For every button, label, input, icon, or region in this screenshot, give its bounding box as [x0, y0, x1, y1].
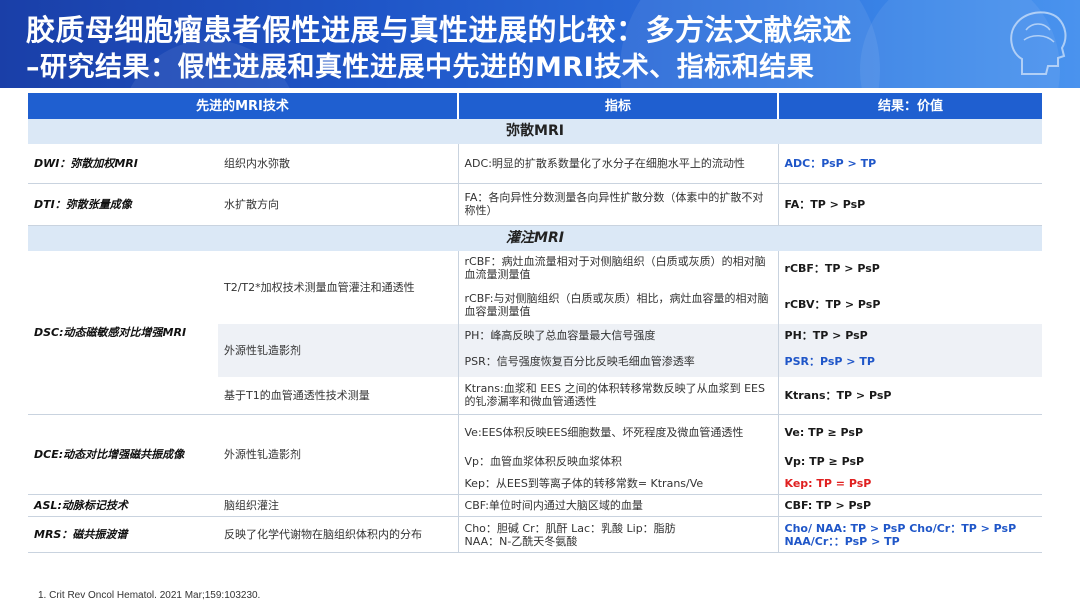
- technique-description: T2/T2*加权技术测量血管灌注和通透性: [224, 280, 415, 294]
- table-row: MRS：磁共振波谱 反映了化学代谢物在脑组织体积内的分布 Cho：胆碱 Cr：肌…: [28, 516, 1043, 553]
- technique-name: MRS：磁共振波谱: [28, 516, 218, 553]
- page-subtitle: –研究结果：假性进展和真性进展中先进的MRI技术、指标和结果: [26, 52, 815, 83]
- result-value: Ktrans：TP > PsP: [777, 376, 1043, 415]
- title-banner: 胶质母细胞瘤患者假性进展与真性进展的比较：多方法文献综述 –研究结果：假性进展和…: [0, 0, 1080, 88]
- result-value: ADC：PsP > TP: [777, 144, 1043, 184]
- indicator-text: ADC:明显的扩散系数量化了水分子在细胞水平上的流动性: [457, 144, 779, 184]
- indicator-text: Vp：血管血浆体积反映血浆体积: [457, 450, 779, 473]
- technique-name: ASL:动脉标记技术: [28, 494, 218, 517]
- result-value: Vp: TP ≥ PsP: [777, 450, 1043, 473]
- result-value: rCBV：TP > PsP: [777, 285, 1043, 324]
- result-value: Cho/ NAA: TP > PsP Cho/Cr：TP > PsP: [784, 521, 1017, 535]
- table-row: DCE:动态对比增强磁共振成像 外源性钆造影剂 Ve:EES体积反映EES细胞数…: [28, 414, 1043, 495]
- table-row: DSC:动态磁敏感对比增强MRI T2/T2*加权技术测量血管灌注和通透性 rC…: [28, 250, 1043, 415]
- section-title-perfusion: 灌注MRI: [28, 225, 1043, 251]
- section-title-diffusion: 弥散MRI: [28, 119, 1043, 144]
- indicator-text: Ktrans:血浆和 EES 之间的体积转移常数反映了从血浆到 EES 的钆渗漏…: [457, 376, 779, 415]
- section-row: 弥散MRI: [28, 119, 1043, 144]
- technique-description: 外源性钆造影剂: [218, 323, 459, 377]
- technique-description: 组织内水弥散: [218, 144, 459, 184]
- indicator-text: rCBF:与对侧脑组织（白质或灰质）相比，病灶血容量的相对脑血容量测量值: [457, 285, 779, 324]
- technique-name: DCE:动态对比增强磁共振成像: [28, 414, 218, 495]
- result-value: NAA/Cr：：PsP > TP: [784, 534, 900, 548]
- footnote: 1. Crit Rev Oncol Hematol. 2021 Mar;159:…: [38, 590, 261, 601]
- technique-description: 外源性钆造影剂: [218, 414, 459, 495]
- technique-description: 反映了化学代谢物在脑组织体积内的分布: [218, 516, 459, 553]
- section-row: 灌注MRI: [28, 225, 1043, 251]
- table-row: ASL:动脉标记技术 脑组织灌注 CBF:单位时间内通过大脑区域的血量 CBF:…: [28, 494, 1043, 517]
- result-value: Kep: TP = PsP: [777, 472, 1043, 495]
- technique-description: 水扩散方向: [218, 183, 459, 226]
- table-row: DTI：弥散张量成像 水扩散方向 FA：各向异性分数测量各向异性扩散分数（体素中…: [28, 183, 1043, 226]
- result-value: rCBF：TP > PsP: [777, 250, 1043, 286]
- technique-description: 基于T1的血管通透性技术测量: [218, 376, 459, 415]
- technique-name: DTI：弥散张量成像: [28, 183, 218, 226]
- indicator-text: PSR：信号强度恢复百分比反映毛细血管渗透率: [457, 346, 779, 377]
- technique-name: DSC:动态磁敏感对比增强MRI: [28, 250, 218, 415]
- result-value: PSR：PsP > TP: [777, 346, 1043, 377]
- technique-name: DWI：弥散加权MRI: [28, 144, 218, 184]
- result-value: PH：TP > PsP: [777, 323, 1043, 347]
- indicator-text: PH：峰高反映了总血容量最大信号强度: [457, 323, 779, 347]
- result-value: CBF: TP > PsP: [777, 494, 1043, 517]
- indicator-text: Kep：从EES到等离子体的转移常数= Ktrans/Ve: [457, 472, 779, 495]
- column-header-indicator: 指标: [458, 93, 780, 119]
- indicator-text: Cho：胆碱 Cr：肌酐 Lac：乳酸 Lip：脂肪: [464, 521, 676, 535]
- indicator-text: NAA：N-乙酰天冬氨酸: [464, 534, 578, 548]
- table-row: DWI：弥散加权MRI 组织内水弥散 ADC:明显的扩散系数量化了水分子在细胞水…: [28, 144, 1043, 184]
- indicator-text: rCBF：病灶血流量相对于对侧脑组织（白质或灰质）的相对脑血流量测量值: [457, 250, 779, 286]
- table-header-row: 先进的MRI技术 指标 结果：价值: [28, 93, 1043, 119]
- result-cell: Cho/ NAA: TP > PsP Cho/Cr：TP > PsP NAA/C…: [777, 516, 1043, 553]
- indicator-text: CBF:单位时间内通过大脑区域的血量: [457, 494, 779, 517]
- column-header-result: 结果：价值: [778, 93, 1043, 119]
- indicator-cell: Cho：胆碱 Cr：肌酐 Lac：乳酸 Lip：脂肪 NAA：N-乙酰天冬氨酸: [457, 516, 779, 553]
- indicator-text: FA：各向异性分数测量各向异性扩散分数（体素中的扩散不对称性）: [457, 183, 779, 226]
- indicator-text: Ve:EES体积反映EES细胞数量、坏死程度及微血管通透性: [457, 414, 779, 451]
- technique-description: 脑组织灌注: [218, 494, 459, 517]
- result-value: Ve: TP ≥ PsP: [777, 414, 1043, 451]
- page-title: 胶质母细胞瘤患者假性进展与真性进展的比较：多方法文献综述: [26, 13, 853, 47]
- mri-comparison-table: 先进的MRI技术 指标 结果：价值 弥散MRI DWI：弥散加权MRI 组织内水…: [28, 93, 1043, 553]
- result-value: FA：TP > PsP: [777, 183, 1043, 226]
- brain-head-icon: [1010, 11, 1067, 75]
- column-header-technique: 先进的MRI技术: [28, 93, 460, 119]
